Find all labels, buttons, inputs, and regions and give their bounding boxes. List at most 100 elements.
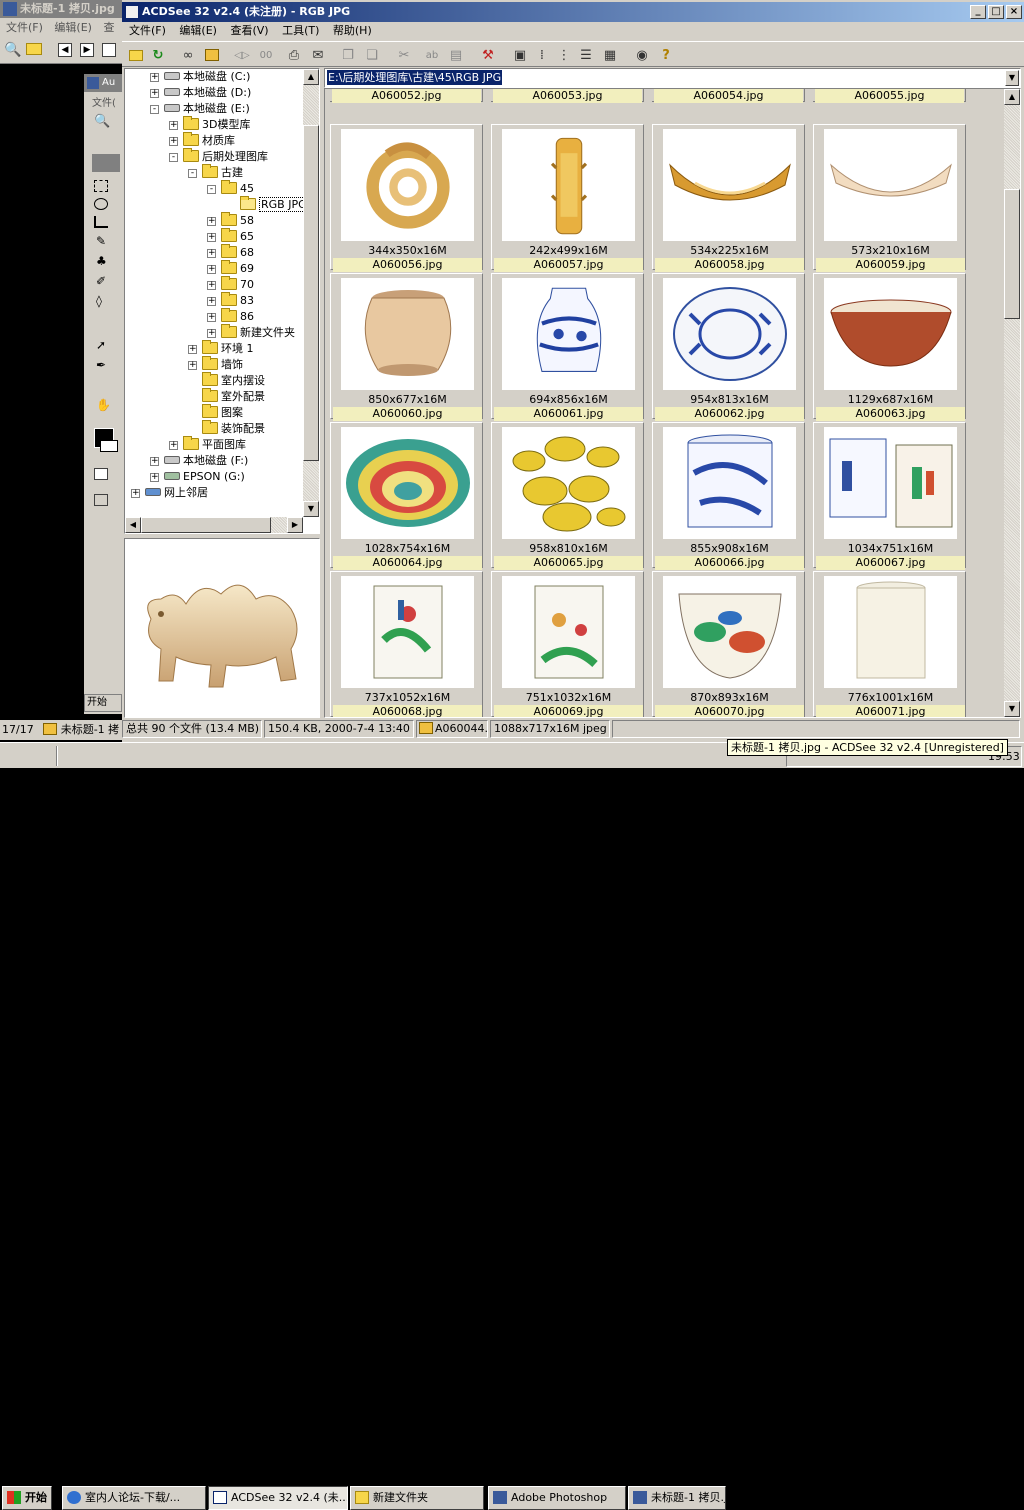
tree-item[interactable]: +70 (125, 276, 303, 293)
magnifier-tool-icon[interactable]: 🔍 (94, 114, 110, 129)
thumbnail-item[interactable]: 751x1032x16M A060069.jpg (491, 571, 644, 717)
screen-mode-icon[interactable] (94, 494, 108, 506)
thumbnail-image[interactable] (502, 427, 635, 539)
thumbnail-image[interactable] (663, 278, 796, 390)
ps-menu-file[interactable]: 文件(F) (6, 21, 43, 34)
task-folder[interactable]: 新建文件夹 (350, 1486, 484, 1510)
thumbnail-item[interactable]: 317x381x16MA060054.jpg (652, 89, 805, 103)
thumbnail-image[interactable] (663, 129, 796, 241)
expand-icon[interactable]: + (169, 441, 178, 450)
expand-icon[interactable]: + (207, 265, 216, 274)
expand-icon[interactable]: + (207, 233, 216, 242)
thumbnail-item[interactable]: 534x225x16M A060058.jpg (652, 124, 805, 272)
thumbnail-image[interactable] (502, 278, 635, 390)
binoculars-icon[interactable]: ∞ (178, 45, 198, 65)
tree-item[interactable]: +3D模型库 (125, 116, 303, 133)
collapse-icon[interactable]: - (188, 169, 197, 178)
thumbnail-item[interactable]: 855x908x16M A060066.jpg (652, 422, 805, 570)
tree-item[interactable]: +58 (125, 212, 303, 229)
thumbnail-image[interactable] (502, 576, 635, 688)
path-bar[interactable]: E:\后期处理图库\古建\45\RGB JPG ▼ (324, 68, 1021, 88)
menu-help[interactable]: 帮助(H) (333, 24, 372, 37)
title-bar[interactable]: ACDSee 32 v2.4 (未注册) - RGB JPG _ □ × (122, 2, 1024, 22)
expand-icon[interactable]: + (207, 297, 216, 306)
open-icon[interactable] (26, 43, 42, 55)
path-dropdown-icon[interactable]: ▼ (1005, 70, 1019, 86)
thumbnail-item[interactable]: 870x893x16M A060070.jpg (652, 571, 805, 717)
properties-icon[interactable]: ▤ (446, 45, 466, 65)
thumbnail-item[interactable]: 343x351x16MA060052.jpg (330, 89, 483, 103)
rename-icon[interactable]: ab (422, 45, 442, 65)
expand-icon[interactable]: + (188, 345, 197, 354)
tree-item[interactable]: - 45 (125, 180, 303, 197)
marquee-tool-icon[interactable] (94, 180, 108, 192)
slideshow-icon[interactable] (202, 45, 222, 65)
tree-item[interactable]: - 古建 (125, 164, 303, 181)
expand-icon[interactable]: + (207, 217, 216, 226)
thumbnail-image[interactable] (663, 427, 796, 539)
hand-tool-icon[interactable]: ✋ (96, 398, 111, 412)
scroll-down-icon[interactable]: ▼ (303, 501, 319, 517)
thumbnail-item[interactable]: 776x1001x16M A060071.jpg (813, 571, 966, 717)
quickmask-icon[interactable] (94, 468, 108, 480)
expand-icon[interactable]: + (207, 281, 216, 290)
tree-hscrollbar[interactable]: ◀ ▶ (125, 517, 303, 533)
nav-menu-icon[interactable] (102, 43, 116, 57)
scroll-up-icon[interactable]: ▲ (303, 69, 319, 85)
eye-icon[interactable]: ◉ (632, 45, 652, 65)
details-icon[interactable]: ☰ (576, 45, 596, 65)
tree-item[interactable]: +83 (125, 292, 303, 309)
task-image[interactable]: 未标题-1 拷贝.jpg... (628, 1486, 726, 1510)
tree-item[interactable]: 室内摆设 (125, 372, 303, 389)
thumbnail-item[interactable]: 1034x751x16M A060067.jpg (813, 422, 966, 570)
thumbnail-item[interactable]: 954x813x16M A060062.jpg (652, 273, 805, 421)
thumbnail-item[interactable]: 694x856x16M A060061.jpg (491, 273, 644, 421)
expand-icon[interactable]: + (207, 329, 216, 338)
up-folder-icon[interactable] (126, 45, 146, 65)
tree-item[interactable]: RGB JPG (125, 196, 303, 213)
thumbs-scroll-up-icon[interactable]: ▲ (1004, 89, 1020, 105)
expand-icon[interactable]: + (150, 89, 159, 98)
fill-tool-icon[interactable]: ◊ (96, 294, 102, 308)
menu-edit[interactable]: 编辑(E) (179, 24, 217, 37)
thumbnail-image[interactable] (824, 129, 957, 241)
ps-inner-taskbtn[interactable]: 开始 (84, 694, 122, 712)
tree-item[interactable]: + 本地磁盘 (D:) (125, 85, 303, 101)
zero-icon[interactable]: 00 (256, 45, 276, 65)
thumbnail-image[interactable] (341, 278, 474, 390)
expand-icon[interactable]: + (169, 121, 178, 130)
thumbnails-icon[interactable]: ▦ (600, 45, 620, 65)
tree-item[interactable]: 装饰配景 (125, 420, 303, 437)
expand-icon[interactable]: + (207, 249, 216, 258)
tree-item[interactable]: - 后期处理图库 (125, 148, 303, 165)
scroll-right-icon[interactable]: ▶ (287, 517, 303, 533)
thumbs-scroll-down-icon[interactable]: ▼ (1004, 701, 1020, 717)
tree-item[interactable]: + 本地磁盘 (C:) (125, 69, 303, 85)
tree-item[interactable]: + 材质库 (125, 132, 303, 149)
ps-menu-edit[interactable]: 编辑(E) (54, 21, 92, 34)
thumbnail-item[interactable]: 958x810x16M A060065.jpg (491, 422, 644, 570)
tree-item[interactable]: + 本地磁盘 (F:) (125, 453, 303, 469)
thumbnail-image[interactable] (824, 427, 957, 539)
expand-icon[interactable]: + (131, 489, 140, 498)
stamp-tool-icon[interactable]: ♣ (96, 254, 107, 268)
nav-back-icon[interactable]: ◀ (58, 43, 72, 57)
maximize-button[interactable]: □ (988, 5, 1004, 19)
tree-item[interactable]: 图案 (125, 404, 303, 421)
minimize-button[interactable]: _ (970, 5, 986, 19)
collapse-icon[interactable]: - (207, 185, 216, 194)
expand-icon[interactable]: + (207, 313, 216, 322)
task-forum[interactable]: 室内人论坛-下载/... (62, 1486, 206, 1510)
scan-icon[interactable]: ✉ (308, 45, 328, 65)
expand-icon[interactable]: + (169, 137, 178, 146)
large-icons-icon[interactable]: ▣ (510, 45, 530, 65)
refresh-icon[interactable]: ↻ (148, 45, 168, 65)
tree-item[interactable]: +69 (125, 260, 303, 277)
cut-icon[interactable]: ✂ (394, 45, 414, 65)
pen-tool-icon[interactable]: ✒ (96, 358, 106, 372)
thumbnail-item[interactable]: 573x210x16M A060059.jpg (813, 124, 966, 272)
thumbnail-image[interactable] (824, 576, 957, 688)
scroll-left-icon[interactable]: ◀ (125, 517, 141, 533)
start-button[interactable]: 开始 (2, 1486, 52, 1510)
menu-view[interactable]: 查看(V) (230, 24, 268, 37)
